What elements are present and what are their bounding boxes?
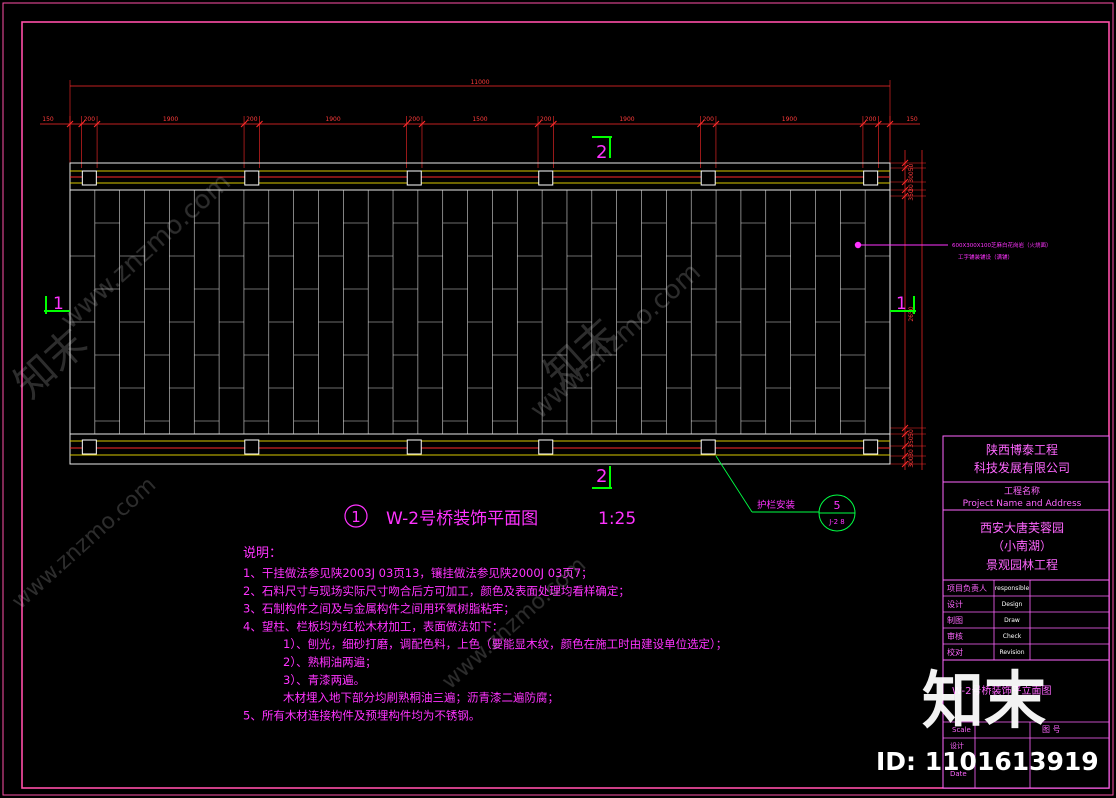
- segment-dim-text: 150: [906, 116, 918, 123]
- detail-label: 护栏安装: [757, 499, 796, 511]
- section-mark-top-label: 2: [596, 142, 607, 163]
- note-line: 3）、青漆两遍。: [283, 673, 365, 687]
- railing-post: [700, 439, 716, 455]
- project-name-1: 西安大唐芙蓉园: [980, 520, 1064, 535]
- project-name-3: 景观园林工程: [986, 557, 1058, 572]
- title-number: 1: [351, 508, 361, 526]
- railing-post: [406, 170, 422, 186]
- signature-row-en: Check: [1003, 633, 1022, 640]
- segment-dim-text: 200: [409, 116, 421, 123]
- signature-row-cn: 审核: [947, 631, 963, 641]
- detail-sheet: J-2 8: [828, 518, 844, 526]
- signature-row-cn: 项目负责人: [947, 583, 987, 593]
- project-name-2: （小南湖）: [992, 538, 1052, 553]
- railing-post: [538, 439, 554, 455]
- callout-line-1: 600X300X100芝麻白花岗岩（火烧面）: [952, 241, 1052, 249]
- signature-row-cn: 校对: [947, 647, 963, 657]
- total-dim-text: 11000: [470, 79, 489, 86]
- railing-post: [700, 170, 716, 186]
- note-line: 2）、熟桐油两遍；: [283, 655, 377, 669]
- railing-post: [406, 439, 422, 455]
- signature-row-en: Design: [1002, 601, 1023, 608]
- project-label-en: Project Name and Address: [963, 499, 1082, 509]
- brand-logo-text: 知末: [922, 664, 1046, 737]
- segment-dim-text: 200: [540, 116, 552, 123]
- right-dim-text: 350: [908, 189, 915, 201]
- signature-row-en: responsible: [995, 585, 1030, 592]
- title-text: W-2号桥装饰平面图: [386, 509, 538, 529]
- right-dim-text: 30: [908, 449, 915, 457]
- signature-row-en: Revision: [999, 649, 1024, 656]
- title-scale: 1:25: [598, 509, 636, 529]
- segment-dim-text: 1900: [782, 116, 797, 123]
- right-dim-text: 50: [908, 164, 915, 172]
- segment-dim-text: 1900: [619, 116, 634, 123]
- section-mark-right-label: 1: [896, 294, 907, 314]
- notes-heading: 说明：: [243, 546, 282, 561]
- right-dim-text: 300: [908, 456, 915, 468]
- callout-line-2: 工字铺装铺设（满铺）: [958, 253, 1013, 261]
- company-line-1: 陕西博泰工程: [986, 442, 1058, 457]
- segment-dim-text: 1900: [163, 116, 178, 123]
- detail-number: 5: [834, 499, 841, 512]
- signature-row-en: Draw: [1004, 617, 1020, 624]
- segment-dim-text: 150: [42, 116, 54, 123]
- right-dim-text: 300: [908, 171, 915, 183]
- railing-post: [81, 439, 97, 455]
- note-line: 1、干挂做法参见陕2003J 03页13，镶挂做法参见陕2000J 03页7；: [243, 566, 593, 580]
- right-dim-text: 50: [908, 429, 915, 437]
- segment-dim-text: 200: [702, 116, 714, 123]
- segment-dim-text: 1500: [472, 116, 487, 123]
- drawing-sheet: 11000150 200 1900 200 1900 200 1500 200 1900 200 1…: [0, 0, 1116, 798]
- right-dim-text: 350: [908, 436, 915, 448]
- signature-row-cn: 制图: [947, 615, 963, 625]
- segment-dim-text: 200: [865, 116, 877, 123]
- note-line: 3、石制构件之间及与金属构件之间用环氧树脂粘牢；: [243, 602, 515, 616]
- railing-post: [81, 170, 97, 186]
- note-line: 5、所有木材连接构件及预埋构件均为不锈钢。: [243, 708, 480, 722]
- signature-row-cn: 设计: [947, 599, 963, 609]
- note-line: 4、望柱、栏板均为红松木材加工，表面做法如下：: [243, 619, 503, 633]
- section-mark-bottom-label: 2: [596, 466, 607, 487]
- company-line-2: 科技发展有限公司: [974, 460, 1070, 475]
- segment-dim-text: 200: [246, 116, 258, 123]
- railing-post: [863, 439, 879, 455]
- railing-post: [863, 170, 879, 186]
- railing-post: [244, 439, 260, 455]
- brand-id: ID: 1101613919: [876, 747, 1099, 776]
- project-label-cn: 工程名称: [1004, 485, 1040, 497]
- railing-post: [538, 170, 554, 186]
- segment-dim-text: 1900: [325, 116, 340, 123]
- segment-dim-text: 200: [84, 116, 96, 123]
- railing-post: [244, 170, 260, 186]
- note-line: 木材埋入地下部分均刷熟桐油三遍；沥青漆二遍防腐；: [283, 691, 559, 705]
